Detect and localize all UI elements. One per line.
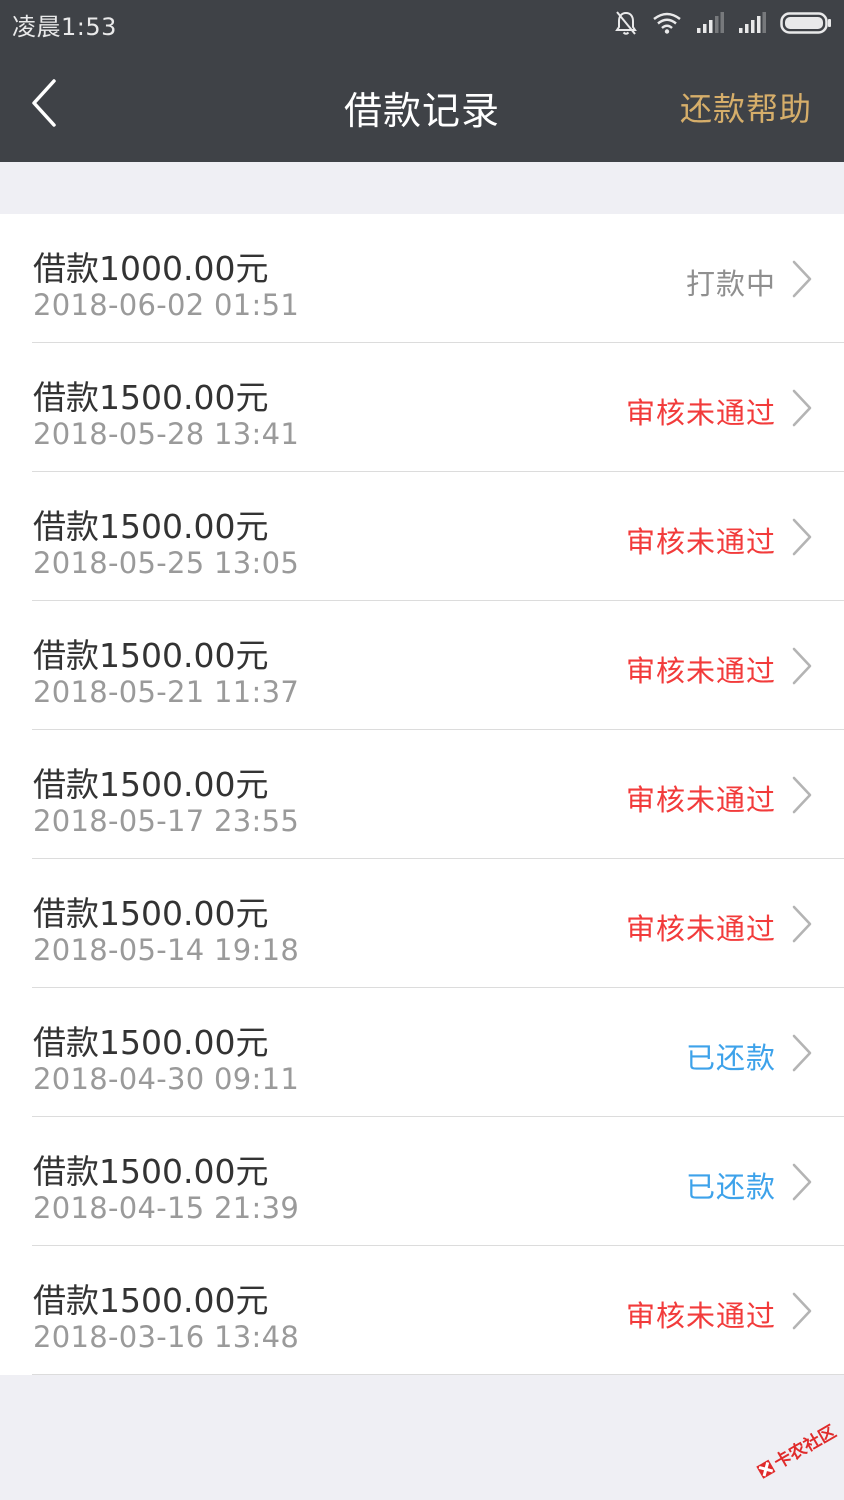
record-status: 审核未通过 <box>625 525 776 559</box>
signal-icon <box>697 12 724 33</box>
record-status: 审核未通过 <box>625 396 776 430</box>
loan-record-row[interactable]: 借款1500.00元 2018-05-17 23:55 审核未通过 <box>0 730 844 859</box>
record-status: 已还款 <box>685 1041 776 1075</box>
record-date: 2018-05-14 19:18 <box>33 933 300 967</box>
row-divider <box>32 1374 844 1375</box>
chevron-right-icon <box>792 518 812 556</box>
record-amount: 借款1500.00元 <box>33 378 269 417</box>
chevron-right-icon <box>792 1034 812 1072</box>
chevron-right-icon <box>792 647 812 685</box>
battery-icon <box>780 12 831 34</box>
record-amount: 借款1500.00元 <box>33 636 269 675</box>
record-date: 2018-05-28 13:41 <box>33 417 300 451</box>
loan-record-row[interactable]: 借款1500.00元 2018-03-16 13:48 审核未通过 <box>0 1246 844 1375</box>
svg-text:卡农社区: 卡农社区 <box>770 1421 838 1473</box>
loan-record-row[interactable]: 借款1500.00元 2018-05-25 13:05 审核未通过 <box>0 472 844 601</box>
loan-record-list: 借款1000.00元 2018-06-02 01:51 打款中 借款1500.00元 2… <box>0 214 844 1375</box>
status-bar: 凌晨1:53 <box>0 0 844 46</box>
loan-record-row[interactable]: 借款1500.00元 2018-05-14 19:18 审核未通过 <box>0 859 844 988</box>
record-status: 审核未通过 <box>625 912 776 946</box>
record-date: 2018-05-17 23:55 <box>33 804 300 838</box>
record-status: 已还款 <box>685 1170 776 1204</box>
record-amount: 借款1500.00元 <box>33 765 269 804</box>
record-date: 2018-05-25 13:05 <box>33 546 300 580</box>
chevron-right-icon <box>792 905 812 943</box>
loan-record-row[interactable]: 借款1500.00元 2018-05-21 11:37 审核未通过 <box>0 601 844 730</box>
status-icons <box>614 9 832 37</box>
record-amount: 借款1000.00元 <box>33 249 269 288</box>
chevron-right-icon <box>792 776 812 814</box>
chevron-right-icon <box>792 260 812 298</box>
record-amount: 借款1500.00元 <box>33 507 269 546</box>
signal-icon <box>739 12 766 33</box>
record-amount: 借款1500.00元 <box>33 1281 269 1320</box>
record-amount: 借款1500.00元 <box>33 1023 269 1062</box>
record-amount: 借款1500.00元 <box>33 894 269 933</box>
record-status: 审核未通过 <box>625 654 776 688</box>
navigation-bar: 借款记录 还款帮助 <box>0 46 844 162</box>
record-date: 2018-03-16 13:48 <box>33 1320 300 1354</box>
record-status: 审核未通过 <box>625 1299 776 1333</box>
status-time: 凌晨1:53 <box>12 13 117 41</box>
record-status: 打款中 <box>685 267 776 301</box>
chevron-right-icon <box>792 389 812 427</box>
chevron-right-icon <box>792 1163 812 1201</box>
bell-muted-icon <box>615 11 637 35</box>
chevron-right-icon <box>792 1292 812 1330</box>
loan-record-row[interactable]: 借款1500.00元 2018-04-15 21:39 已还款 <box>0 1117 844 1246</box>
loan-record-row[interactable]: 借款1500.00元 2018-05-28 13:41 审核未通过 <box>0 343 844 472</box>
wifi-icon <box>653 12 681 34</box>
record-date: 2018-04-15 21:39 <box>33 1191 300 1225</box>
loan-record-row[interactable]: 借款1500.00元 2018-04-30 09:11 已还款 <box>0 988 844 1117</box>
record-date: 2018-04-30 09:11 <box>33 1062 300 1096</box>
watermark-logo: 卡农社区 <box>756 1421 838 1479</box>
record-amount: 借款1500.00元 <box>33 1152 269 1191</box>
loan-record-row[interactable]: 借款1000.00元 2018-06-02 01:51 打款中 <box>0 214 844 343</box>
record-date: 2018-06-02 01:51 <box>33 288 300 322</box>
record-status: 审核未通过 <box>625 783 776 817</box>
repayment-help-button[interactable]: 还款帮助 <box>680 84 812 130</box>
record-date: 2018-05-21 11:37 <box>33 675 300 709</box>
